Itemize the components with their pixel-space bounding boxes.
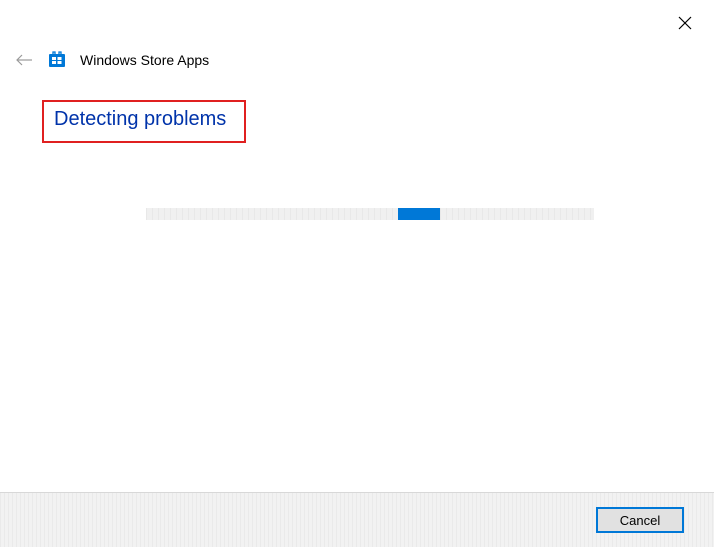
- windows-store-icon: [48, 51, 66, 69]
- progress-indicator: [398, 208, 440, 220]
- troubleshooter-window: Windows Store Apps Detecting problems Ca…: [0, 0, 714, 547]
- status-message: Detecting problems: [54, 108, 226, 131]
- back-button[interactable]: [14, 50, 34, 70]
- close-button[interactable]: [670, 8, 700, 38]
- header: Windows Store Apps: [14, 50, 209, 70]
- cancel-button[interactable]: Cancel: [596, 507, 684, 533]
- back-arrow-icon: [15, 53, 33, 67]
- status-highlight-box: Detecting problems: [42, 100, 246, 143]
- footer: Cancel: [0, 492, 714, 547]
- app-title: Windows Store Apps: [80, 52, 209, 68]
- progress-bar: [146, 208, 594, 220]
- close-icon: [678, 16, 692, 30]
